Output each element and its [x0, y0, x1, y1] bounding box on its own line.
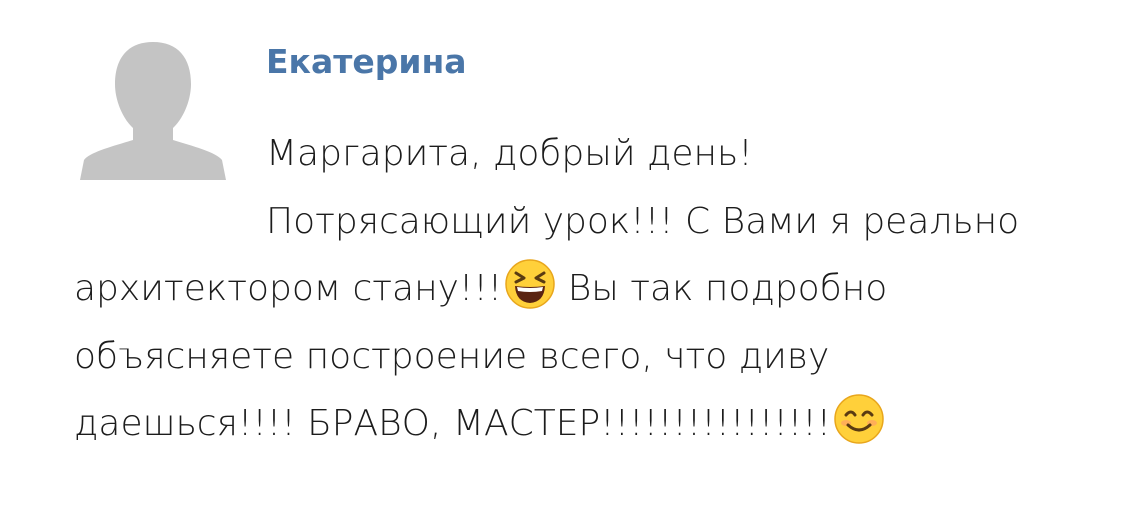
comment-line-3b-text: Вы так подробно [567, 268, 888, 309]
comment-line-2: Потрясающий урок!!! С Вами я реально [266, 200, 1020, 242]
comment-line-5-text: даешься!!!! БРАВО, МАСТЕР!!!!!!!!!!!!!!!… [74, 403, 832, 444]
comment-line-4: объясняете построение всего, что диву [74, 335, 830, 377]
comment-line-3-text: архитектором стану!!! [74, 268, 503, 309]
author-name[interactable]: Екатерина [266, 38, 467, 86]
laughing-squinting-face-emoji [505, 259, 555, 309]
comment: Екатерина Маргарита, добрый день! Потряс… [0, 0, 1134, 510]
comment-text: Маргарита, добрый день! Потрясающий урок… [74, 120, 1114, 458]
comment-line-5: даешься!!!! БРАВО, МАСТЕР!!!!!!!!!!!!!!!… [74, 390, 1114, 458]
comment-line-1: Маргарита, добрый день! [266, 133, 753, 174]
smiling-face-emoji [834, 394, 884, 444]
comment-line-3: архитектором стану!!! Вы так подробно [74, 255, 1114, 323]
